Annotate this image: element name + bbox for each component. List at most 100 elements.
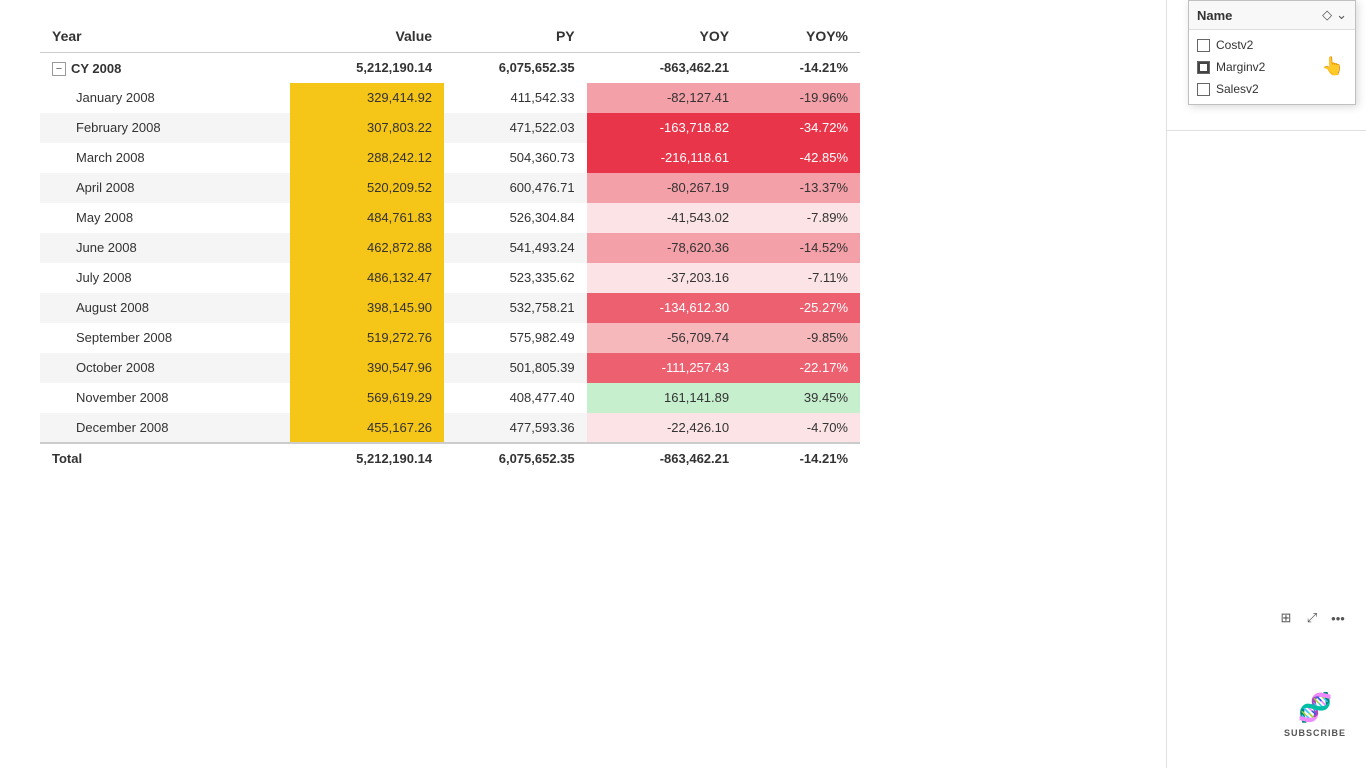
month-label: July 2008 <box>40 263 290 293</box>
more-icon[interactable]: ••• <box>1328 608 1348 628</box>
month-py: 526,304.84 <box>444 203 587 233</box>
table-row: July 2008 486,132.47 523,335.62 -37,203.… <box>40 263 860 293</box>
collapse-icon[interactable]: − <box>52 62 66 76</box>
cy2008-value: 5,212,190.14 <box>290 53 444 83</box>
month-py: 477,593.36 <box>444 413 587 443</box>
month-value: 484,761.83 <box>290 203 444 233</box>
month-yoy: -78,620.36 <box>587 233 741 263</box>
month-py: 411,542.33 <box>444 83 587 113</box>
col-header-py: PY <box>444 20 587 53</box>
month-value: 569,619.29 <box>290 383 444 413</box>
month-value: 398,145.90 <box>290 293 444 323</box>
month-py: 501,805.39 <box>444 353 587 383</box>
month-py: 523,335.62 <box>444 263 587 293</box>
month-label: April 2008 <box>40 173 290 203</box>
month-yoypct: -34.72% <box>741 113 860 143</box>
total-value: 5,212,190.14 <box>290 443 444 473</box>
month-yoy: -134,612.30 <box>587 293 741 323</box>
month-yoypct: -25.27% <box>741 293 860 323</box>
month-label: March 2008 <box>40 143 290 173</box>
filter-item-label: Marginv2 <box>1216 60 1265 74</box>
filter-popup-title: Name <box>1197 8 1232 23</box>
col-header-yoy: YOY <box>587 20 741 53</box>
filter-checkbox[interactable] <box>1197 83 1210 96</box>
subscribe-text: SUBSCRIBE <box>1284 728 1346 738</box>
toolbar-icons: ⊞ ⤢ ••• <box>1276 608 1348 628</box>
month-yoy: -163,718.82 <box>587 113 741 143</box>
month-label: May 2008 <box>40 203 290 233</box>
sort-icon[interactable]: ⌄ <box>1336 7 1347 23</box>
month-py: 600,476.71 <box>444 173 587 203</box>
table-row: March 2008 288,242.12 504,360.73 -216,11… <box>40 143 860 173</box>
month-value: 519,272.76 <box>290 323 444 353</box>
filter-item[interactable]: Costv2 <box>1189 34 1355 56</box>
month-label: February 2008 <box>40 113 290 143</box>
clear-filter-icon[interactable]: ◇ <box>1322 7 1332 23</box>
table-row: April 2008 520,209.52 600,476.71 -80,267… <box>40 173 860 203</box>
month-value: 486,132.47 <box>290 263 444 293</box>
month-label: October 2008 <box>40 353 290 383</box>
table-row-total: Total 5,212,190.14 6,075,652.35 -863,462… <box>40 443 860 473</box>
month-yoy: -111,257.43 <box>587 353 741 383</box>
month-value: 462,872.88 <box>290 233 444 263</box>
month-value: 390,547.96 <box>290 353 444 383</box>
table-row: November 2008 569,619.29 408,477.40 161,… <box>40 383 860 413</box>
col-header-yoypct: YOY% <box>741 20 860 53</box>
month-value: 307,803.22 <box>290 113 444 143</box>
month-yoy: -37,203.16 <box>587 263 741 293</box>
month-yoy: 161,141.89 <box>587 383 741 413</box>
month-yoy: -80,267.19 <box>587 173 741 203</box>
month-yoypct: -19.96% <box>741 83 860 113</box>
cursor-hand-icon: 👆 <box>1322 56 1344 77</box>
month-yoypct: -7.89% <box>741 203 860 233</box>
table-container: Year Value PY YOY YOY% − CY 2008 5,212,1… <box>0 0 980 768</box>
cy2008-yoy: -863,462.21 <box>587 53 741 83</box>
month-yoy: -82,127.41 <box>587 83 741 113</box>
filter-item-label: Salesv2 <box>1216 82 1259 96</box>
filter-item[interactable]: Salesv2 <box>1189 78 1355 100</box>
table-row: August 2008 398,145.90 532,758.21 -134,6… <box>40 293 860 323</box>
table-row: September 2008 519,272.76 575,982.49 -56… <box>40 323 860 353</box>
month-py: 504,360.73 <box>444 143 587 173</box>
filter-checkbox[interactable] <box>1197 39 1210 52</box>
month-py: 532,758.21 <box>444 293 587 323</box>
month-yoypct: -22.17% <box>741 353 860 383</box>
month-py: 541,493.24 <box>444 233 587 263</box>
filter-item-label: Costv2 <box>1216 38 1253 52</box>
cy2008-yoypct: -14.21% <box>741 53 860 83</box>
month-yoypct: -42.85% <box>741 143 860 173</box>
table-row: February 2008 307,803.22 471,522.03 -163… <box>40 113 860 143</box>
cy2008-text: CY 2008 <box>71 61 121 76</box>
month-yoy: -41,543.02 <box>587 203 741 233</box>
expand-icon[interactable]: ⤢ <box>1302 608 1322 628</box>
month-yoypct: 39.45% <box>741 383 860 413</box>
right-panel: Name ◇ ⌄ Costv2 Marginv2 Salesv2 ⊞ ⤢ •••… <box>1166 0 1366 768</box>
month-yoypct: -7.11% <box>741 263 860 293</box>
month-label: November 2008 <box>40 383 290 413</box>
cy2008-py: 6,075,652.35 <box>444 53 587 83</box>
month-label: January 2008 <box>40 83 290 113</box>
table-row-cy2008: − CY 2008 5,212,190.14 6,075,652.35 -863… <box>40 53 860 83</box>
month-value: 288,242.12 <box>290 143 444 173</box>
month-yoypct: -4.70% <box>741 413 860 443</box>
table-row: May 2008 484,761.83 526,304.84 -41,543.0… <box>40 203 860 233</box>
month-py: 471,522.03 <box>444 113 587 143</box>
month-value: 329,414.92 <box>290 83 444 113</box>
month-label: August 2008 <box>40 293 290 323</box>
filter-icon[interactable]: ⊞ <box>1276 608 1296 628</box>
subscribe-area: 🧬 SUBSCRIBE <box>1284 691 1346 738</box>
month-label: December 2008 <box>40 413 290 443</box>
month-yoy: -56,709.74 <box>587 323 741 353</box>
col-header-value: Value <box>290 20 444 53</box>
filter-popup-header: Name ◇ ⌄ <box>1189 1 1355 30</box>
table-row: January 2008 329,414.92 411,542.33 -82,1… <box>40 83 860 113</box>
data-table: Year Value PY YOY YOY% − CY 2008 5,212,1… <box>40 20 860 473</box>
month-py: 408,477.40 <box>444 383 587 413</box>
dna-icon: 🧬 <box>1298 691 1333 724</box>
total-yoy: -863,462.21 <box>587 443 741 473</box>
filter-checkbox[interactable] <box>1197 61 1210 74</box>
total-label: Total <box>40 443 290 473</box>
table-row: June 2008 462,872.88 541,493.24 -78,620.… <box>40 233 860 263</box>
total-py: 6,075,652.35 <box>444 443 587 473</box>
month-yoy: -22,426.10 <box>587 413 741 443</box>
